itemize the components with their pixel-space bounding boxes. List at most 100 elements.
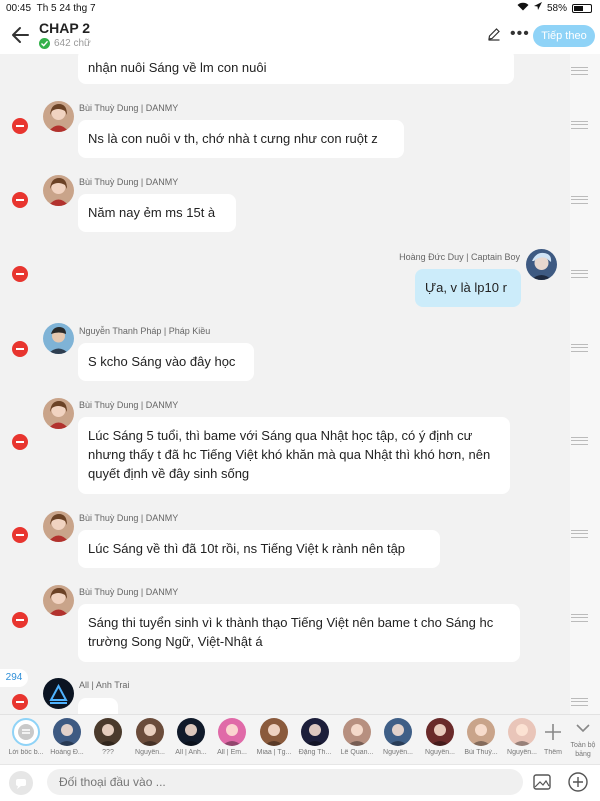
character-label: Lời bốc b... bbox=[8, 749, 44, 756]
chapter-title: CHAP 2 bbox=[39, 20, 91, 36]
delete-icon[interactable] bbox=[12, 434, 28, 450]
avatar bbox=[343, 718, 371, 746]
message-bubble[interactable]: nhận nuôi Sáng về lm con nuôi bbox=[78, 49, 514, 84]
avatar bbox=[43, 511, 74, 542]
character-item[interactable]: Miaa | Tg... bbox=[253, 718, 295, 756]
delete-icon[interactable] bbox=[12, 192, 28, 208]
message-bubble[interactable]: Sáng thi tuyển sinh vì k thành thạo Tiến… bbox=[78, 604, 520, 662]
delete-icon[interactable] bbox=[12, 118, 28, 134]
avatar bbox=[426, 718, 454, 746]
character-item[interactable]: ??? bbox=[87, 718, 129, 756]
character-label: Hoàng Đ... bbox=[50, 749, 84, 756]
status-bar: 00:45 Th 5 24 thg 7 58% bbox=[0, 0, 600, 16]
character-item[interactable]: All | Em... bbox=[211, 718, 253, 756]
status-time: 00:45 Th 5 24 thg 7 bbox=[6, 3, 96, 14]
message-bubble[interactable]: Lúc Sáng 5 tuổi, thì bame với Sáng qua N… bbox=[78, 417, 510, 494]
pencil-icon[interactable] bbox=[487, 27, 501, 46]
message-bubble[interactable]: S kcho Sáng vào đây học bbox=[78, 343, 254, 381]
message-bubble[interactable]: Ns là con nuôi v th, chớ nhà t cưng như … bbox=[78, 120, 404, 158]
message-bubble[interactable]: Ựa, v là lp10 r bbox=[415, 269, 521, 307]
character-item[interactable]: Nguyễn... bbox=[377, 718, 419, 756]
message-bubble[interactable]: Năm nay ẻm ms 15t à bbox=[78, 194, 236, 232]
avatar bbox=[43, 398, 74, 429]
avatar bbox=[43, 585, 74, 616]
author-name: Bùi Thuỳ Dung | DANMY bbox=[79, 177, 179, 187]
avatar bbox=[384, 718, 412, 746]
image-icon[interactable] bbox=[533, 774, 551, 795]
character-item[interactable]: Bùi Thuỳ... bbox=[460, 718, 502, 756]
check-icon bbox=[39, 38, 50, 49]
character-item[interactable]: Lê Quan... bbox=[336, 718, 378, 756]
avatar bbox=[43, 101, 74, 132]
battery-icon bbox=[572, 3, 592, 13]
author-name: All | Anh Trai bbox=[79, 680, 130, 690]
avatar bbox=[218, 718, 246, 746]
status-right: 58% bbox=[517, 2, 592, 14]
character-item[interactable]: Nguyễn... bbox=[419, 718, 461, 756]
drag-handle-icon[interactable] bbox=[571, 67, 588, 75]
avatar bbox=[136, 718, 164, 746]
drag-handle-icon[interactable] bbox=[571, 530, 588, 538]
character-strip: Lời bốc b... Hoàng Đ...??? Nguyễn... All | … bbox=[0, 714, 600, 765]
character-label: All | Em... bbox=[217, 749, 247, 756]
dialogue-input[interactable] bbox=[47, 769, 523, 795]
narrator-icon bbox=[12, 718, 40, 746]
next-chapter-button[interactable]: Tiếp theo bbox=[533, 25, 595, 47]
character-item[interactable]: Đặng Th... bbox=[294, 718, 336, 756]
avatar bbox=[526, 249, 557, 280]
delete-icon[interactable] bbox=[12, 694, 28, 710]
word-count: 642 chữ bbox=[39, 38, 91, 49]
character-label: Lê Quan... bbox=[340, 749, 374, 756]
avatar bbox=[94, 718, 122, 746]
fullscreen-label: Toàn bộ bảng bbox=[570, 742, 596, 758]
character-label: Nguyễn... bbox=[425, 749, 455, 756]
avatar bbox=[43, 323, 74, 354]
drag-handle-icon[interactable] bbox=[571, 270, 588, 278]
character-item[interactable]: Hoàng Đ... bbox=[46, 718, 88, 756]
plus-circle-icon[interactable] bbox=[567, 771, 589, 798]
drag-handle-icon[interactable] bbox=[571, 196, 588, 204]
wifi-icon bbox=[517, 2, 529, 14]
chat-bubble-icon[interactable] bbox=[9, 771, 33, 795]
avatar bbox=[301, 718, 329, 746]
author-name: Bùi Thuỳ Dung | DANMY bbox=[79, 103, 179, 113]
avatar bbox=[43, 175, 74, 206]
drag-handle-icon[interactable] bbox=[571, 344, 588, 352]
drag-handle-icon[interactable] bbox=[571, 437, 588, 445]
back-arrow-icon[interactable] bbox=[10, 24, 32, 46]
drag-handle-icon[interactable] bbox=[571, 121, 588, 129]
scroll-position-badge[interactable]: 294 bbox=[0, 669, 28, 687]
input-bar bbox=[0, 764, 600, 801]
character-label: ??? bbox=[102, 749, 114, 756]
delete-icon[interactable] bbox=[12, 527, 28, 543]
author-name: Bùi Thuỳ Dung | DANMY bbox=[79, 587, 179, 597]
avatar bbox=[53, 718, 81, 746]
narrator-character[interactable]: Lời bốc b... bbox=[5, 718, 47, 756]
avatar bbox=[260, 718, 288, 746]
location-icon bbox=[533, 2, 542, 14]
delete-icon[interactable] bbox=[12, 266, 28, 282]
drag-handle-icon[interactable] bbox=[571, 698, 588, 706]
author-name: Bùi Thuỳ Dung | DANMY bbox=[79, 400, 179, 410]
character-label: Nguyễn... bbox=[135, 749, 165, 756]
chevron-down-icon bbox=[563, 718, 600, 738]
character-label: Bùi Thuỳ... bbox=[464, 749, 498, 756]
character-label: Miaa | Tg... bbox=[256, 749, 292, 756]
character-label: Đặng Th... bbox=[298, 749, 332, 756]
fullscreen-board-button[interactable]: Toàn bộ bảng bbox=[563, 718, 600, 759]
avatar bbox=[43, 678, 74, 709]
drag-handle-icon[interactable] bbox=[571, 614, 588, 622]
message-bubble[interactable]: Lúc Sáng về thì đã 10t rồi, ns Tiếng Việ… bbox=[78, 530, 440, 568]
character-label: Nguyễn... bbox=[383, 749, 413, 756]
battery-percent: 58% bbox=[546, 2, 567, 14]
author-name: Hoàng Đức Duy | Captain Boy bbox=[399, 252, 520, 262]
character-item[interactable]: Nguyễn... bbox=[129, 718, 171, 756]
more-icon[interactable]: ••• bbox=[510, 25, 530, 43]
delete-icon[interactable] bbox=[12, 341, 28, 357]
avatar bbox=[177, 718, 205, 746]
author-name: Nguyễn Thanh Pháp | Pháp Kiều bbox=[79, 326, 211, 336]
character-item[interactable]: All | Anh... bbox=[170, 718, 212, 756]
author-name: Bùi Thuỳ Dung | DANMY bbox=[79, 513, 179, 523]
avatar bbox=[467, 718, 495, 746]
delete-icon[interactable] bbox=[12, 612, 28, 628]
